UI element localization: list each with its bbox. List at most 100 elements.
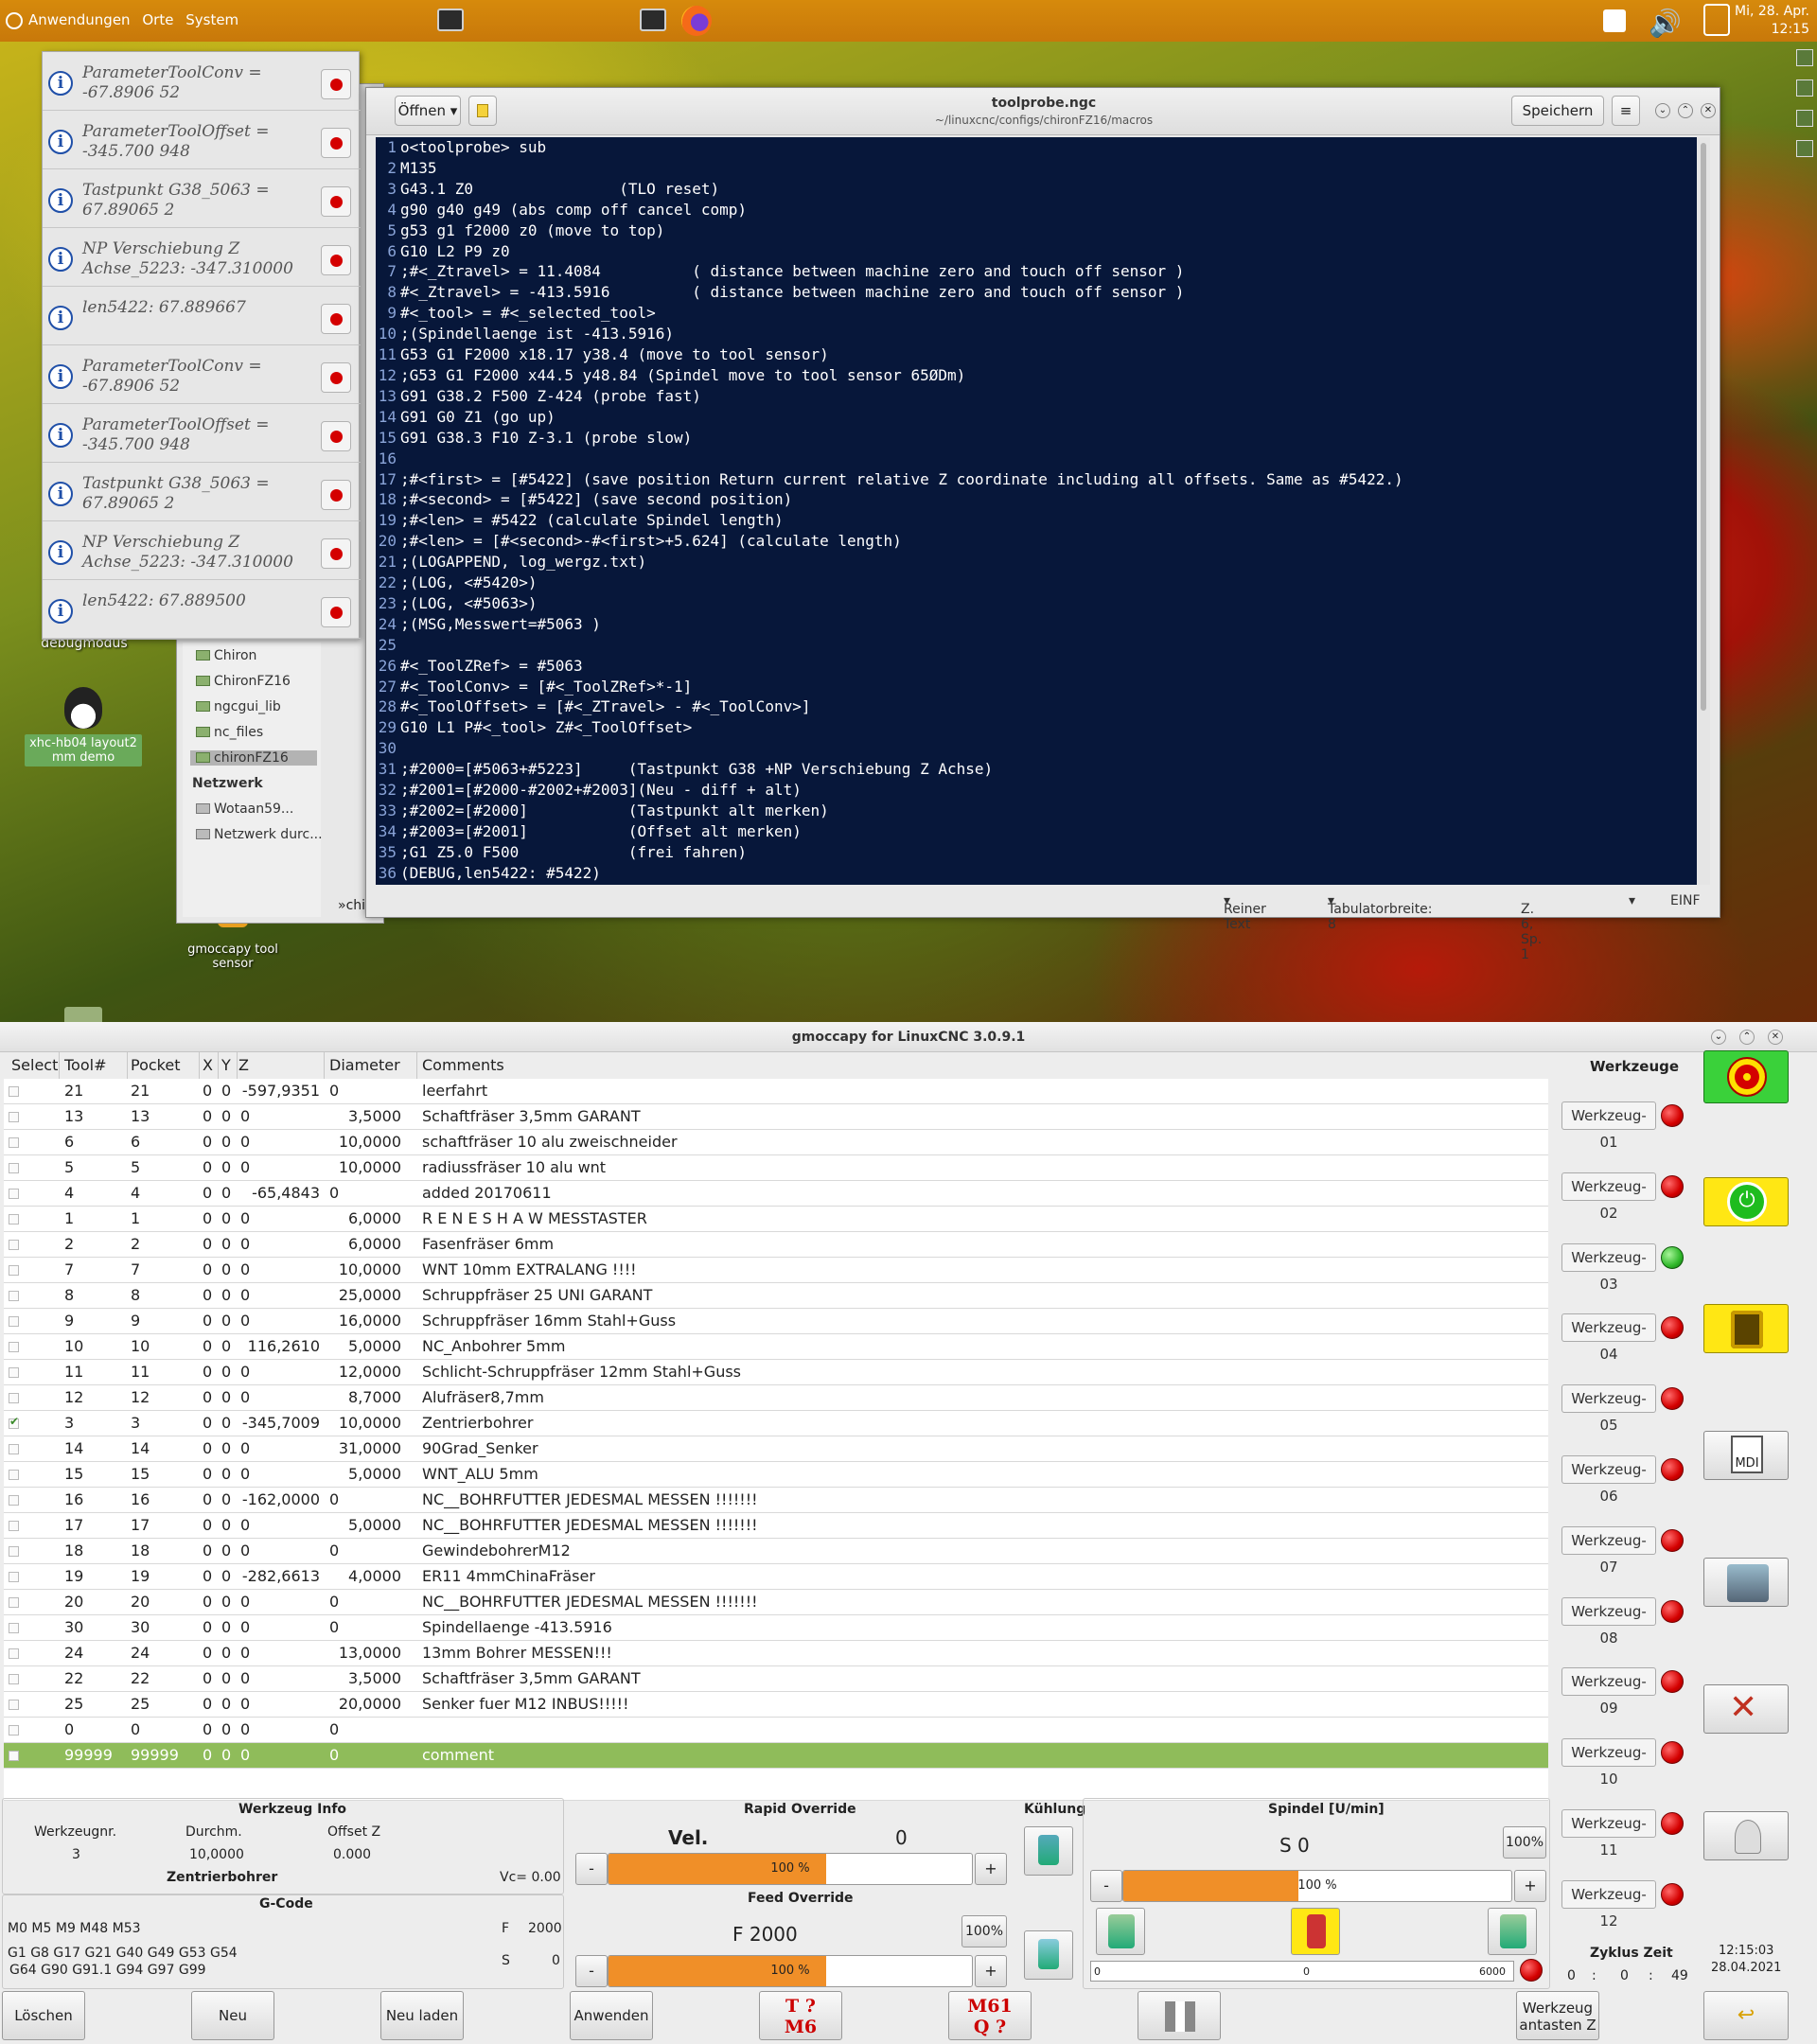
spindle-increase-button[interactable]: + bbox=[1514, 1870, 1546, 1902]
dismiss-button[interactable] bbox=[321, 186, 351, 217]
flood-button[interactable] bbox=[1024, 1826, 1073, 1876]
spindle-reset-button[interactable]: 100% bbox=[1503, 1826, 1546, 1859]
code-line[interactable]: 4 g90 g40 g49 (abs comp off cancel comp) bbox=[376, 200, 1699, 220]
fm-item[interactable]: Wotaan59... bbox=[196, 802, 293, 817]
select-checkbox[interactable] bbox=[9, 1342, 19, 1352]
table-row[interactable]: 22 22 0 0 0 3,5000 Schaftfräser 3,5mm GARANT bbox=[4, 1666, 1548, 1692]
feed-override-slider[interactable]: 100 % bbox=[608, 1955, 973, 1987]
table-row[interactable]: 2 2 0 0 0 6,0000 Fasenfräser 6mm bbox=[4, 1232, 1548, 1258]
desktop-small-icon[interactable] bbox=[1796, 140, 1813, 157]
apply-button[interactable]: Anwenden bbox=[570, 1991, 653, 2040]
scroll-thumb[interactable] bbox=[1701, 143, 1706, 711]
select-checkbox[interactable] bbox=[9, 1163, 19, 1173]
tool-slot-button[interactable]: Werkzeug-09 bbox=[1561, 1667, 1656, 1717]
column-header[interactable]: Comments bbox=[422, 1056, 504, 1074]
tool-slot-button[interactable]: Werkzeug-10 bbox=[1561, 1738, 1656, 1788]
tool-slot-button[interactable]: Werkzeug-08 bbox=[1561, 1596, 1656, 1647]
code-line[interactable]: 6 G10 L2 P9 z0 bbox=[376, 241, 1699, 262]
table-row[interactable]: 21 21 0 0 -597,9351 0 leerfahrt bbox=[4, 1079, 1548, 1104]
tool-slot-button[interactable]: Werkzeug-06 bbox=[1561, 1455, 1656, 1505]
auto-mode-button[interactable] bbox=[1703, 1558, 1789, 1607]
code-line[interactable]: 23 ;(LOG, <#5063>) bbox=[376, 593, 1699, 614]
dismiss-button[interactable] bbox=[321, 128, 351, 158]
code-line[interactable]: 19 ;#<len> = #5422 (calculate Spindel len… bbox=[376, 510, 1699, 531]
table-row[interactable]: 18 18 0 0 0 0 GewindebohrerM12 bbox=[4, 1539, 1548, 1564]
code-line[interactable]: 32 ;#2001=[#2000-#2002+#2003](Neu - diff … bbox=[376, 780, 1699, 801]
terminal-icon[interactable] bbox=[437, 9, 464, 31]
estop-button[interactable] bbox=[1703, 1050, 1789, 1103]
table-row[interactable]: 99999 99999 0 0 0 0 comment bbox=[4, 1743, 1548, 1769]
code-line[interactable]: 10 ;(Spindellaenge ist -413.5916) bbox=[376, 324, 1699, 344]
code-line[interactable]: 13 G91 G38.2 F500 Z-424 (probe fast) bbox=[376, 386, 1699, 407]
table-row[interactable]: 4 4 0 0 -65,4843 0 added 20170611 bbox=[4, 1181, 1548, 1207]
column-header[interactable]: Diameter bbox=[329, 1056, 400, 1074]
tool-slot-button[interactable]: Werkzeug-01 bbox=[1561, 1101, 1656, 1151]
user-tabs-button[interactable] bbox=[1703, 1811, 1789, 1860]
desktop-small-icon[interactable] bbox=[1796, 110, 1813, 127]
select-checkbox[interactable] bbox=[9, 1521, 19, 1531]
select-checkbox[interactable] bbox=[9, 1572, 19, 1582]
column-header[interactable]: Y bbox=[221, 1056, 231, 1074]
tool-slot-button[interactable]: Werkzeug-12 bbox=[1561, 1879, 1656, 1929]
battery-icon[interactable] bbox=[1603, 9, 1626, 32]
manual-mode-button[interactable] bbox=[1703, 1304, 1789, 1353]
select-checkbox[interactable] bbox=[9, 1112, 19, 1122]
table-row[interactable]: 15 15 0 0 0 5,0000 WNT_ALU 5mm bbox=[4, 1462, 1548, 1488]
table-row[interactable]: 16 16 0 0 -162,0000 0 NC__BOHRFUTTER JEDESMAL … bbox=[4, 1488, 1548, 1513]
code-line[interactable]: 1 o<toolprobe> sub bbox=[376, 137, 1699, 158]
tool-slot-button[interactable]: Werkzeug-02 bbox=[1561, 1172, 1656, 1222]
select-checkbox[interactable] bbox=[9, 1623, 19, 1633]
fm-item-selected[interactable]: chironFZ16 bbox=[190, 750, 317, 766]
code-line[interactable]: 31 ;#2000=[#5063+#5223] (Tastpunkt G38 +N… bbox=[376, 759, 1699, 780]
editor-scrollbar[interactable] bbox=[1697, 137, 1710, 885]
tool-slot-button[interactable]: Werkzeug-05 bbox=[1561, 1384, 1656, 1434]
tool-slot-button[interactable]: Werkzeug-04 bbox=[1561, 1313, 1656, 1363]
dismiss-button[interactable] bbox=[321, 480, 351, 510]
code-line[interactable]: 11 G53 G1 F2000 x18.17 y38.4 (move to too… bbox=[376, 344, 1699, 365]
code-line[interactable]: 3 G43.1 Z0 (TLO reset) bbox=[376, 179, 1699, 200]
close-icon[interactable]: ✕ bbox=[1768, 1030, 1783, 1045]
table-row[interactable]: 1 1 0 0 0 6,0000 R E N E S H A W MESSTASTER bbox=[4, 1207, 1548, 1232]
machine-on-button[interactable]: ⏻ bbox=[1703, 1177, 1789, 1226]
dismiss-button[interactable] bbox=[321, 304, 351, 334]
column-header[interactable]: Tool# bbox=[64, 1056, 106, 1074]
feed-increase-button[interactable]: + bbox=[975, 1955, 1007, 1987]
code-line[interactable]: 20 ;#<len> = [#<second>-#<first>+5.624] (… bbox=[376, 531, 1699, 552]
code-line[interactable]: 36 (DEBUG,len5422: #5422) bbox=[376, 863, 1699, 884]
fm-item[interactable]: ngcgui_lib bbox=[196, 699, 281, 714]
table-row[interactable]: 17 17 0 0 0 5,0000 NC__BOHRFUTTER JEDESMAL MES… bbox=[4, 1513, 1548, 1539]
select-checkbox[interactable] bbox=[9, 1189, 19, 1199]
fm-item[interactable]: nc_files bbox=[196, 725, 263, 740]
code-line[interactable]: 30 bbox=[376, 738, 1699, 759]
select-checkbox[interactable]: ✔ bbox=[9, 1415, 19, 1429]
table-row[interactable]: 8 8 0 0 0 25,0000 Schruppfräser 25 UNI GARANT bbox=[4, 1283, 1548, 1309]
table-row[interactable]: 20 20 0 0 0 0 NC__BOHRFUTTER JEDESMAL MESSEN !… bbox=[4, 1590, 1548, 1615]
select-checkbox[interactable] bbox=[9, 1367, 19, 1378]
dismiss-button[interactable] bbox=[321, 245, 351, 275]
code-line[interactable]: 24 ;(MSG,Messwert=#5063 ) bbox=[376, 614, 1699, 635]
select-checkbox[interactable] bbox=[9, 1316, 19, 1327]
table-row[interactable]: 30 30 0 0 0 0 Spindellaenge -413.5916 bbox=[4, 1615, 1548, 1641]
select-checkbox[interactable] bbox=[9, 1444, 19, 1454]
new-tool-button[interactable]: Neu bbox=[191, 1991, 274, 2040]
select-checkbox[interactable] bbox=[9, 1470, 19, 1480]
table-row[interactable]: 9 9 0 0 0 16,0000 Schruppfräser 16mm Stahl+Gus… bbox=[4, 1309, 1548, 1334]
code-line[interactable]: 22 ;(LOG, <#5420>) bbox=[376, 573, 1699, 593]
dismiss-button[interactable] bbox=[321, 362, 351, 393]
table-row[interactable]: 10 10 0 0 116,2610 5,0000 NC_Anbohrer 5mm bbox=[4, 1334, 1548, 1360]
tool-probe-z-button[interactable]: Werkzeug antasten Z bbox=[1516, 1991, 1599, 2040]
minimize-icon[interactable]: ⌄ bbox=[1711, 1030, 1726, 1045]
save-button[interactable]: Speichern bbox=[1511, 96, 1604, 126]
table-row[interactable]: 24 24 0 0 0 13,0000 13mm Bohrer MESSEN!!! bbox=[4, 1641, 1548, 1666]
code-line[interactable]: 5 g53 g1 f2000 z0 (move to top) bbox=[376, 220, 1699, 241]
table-row[interactable]: 25 25 0 0 0 20,0000 Senker fuer M12 INBUS!!!!! bbox=[4, 1692, 1548, 1718]
table-row[interactable]: 7 7 0 0 0 10,0000 WNT 10mm EXTRALANG !!!! bbox=[4, 1258, 1548, 1283]
menu-places[interactable]: Orte bbox=[142, 11, 173, 28]
rapid-increase-button[interactable]: + bbox=[975, 1853, 1007, 1885]
menu-applications[interactable]: Anwendungen bbox=[28, 11, 131, 28]
select-checkbox[interactable] bbox=[9, 1137, 19, 1148]
tool-change-button[interactable]: T ? M6 bbox=[759, 1991, 842, 2040]
select-checkbox[interactable] bbox=[9, 1751, 19, 1761]
select-checkbox[interactable] bbox=[9, 1240, 19, 1250]
mist-button[interactable] bbox=[1024, 1930, 1073, 1980]
